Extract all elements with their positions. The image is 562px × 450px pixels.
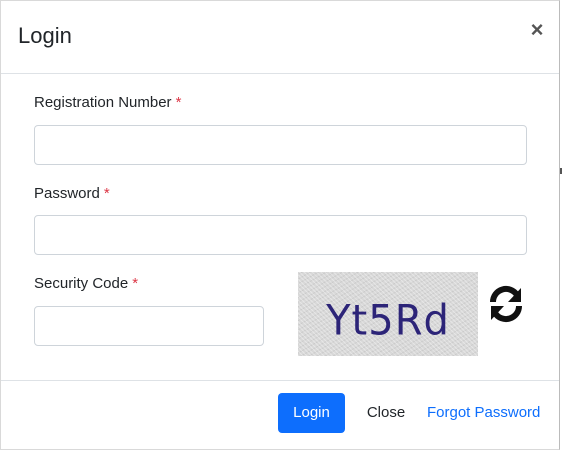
modal-title: Login (18, 23, 72, 48)
security-code-input[interactable] (34, 306, 264, 346)
password-label: Password * (34, 185, 110, 202)
modal-footer-divider (1, 380, 559, 381)
registration-number-input[interactable] (34, 125, 527, 165)
required-mark: * (132, 275, 139, 292)
password-input[interactable] (34, 215, 527, 255)
login-modal: Login × Registration Number * Password * S… (0, 0, 560, 450)
required-mark: * (175, 94, 182, 111)
close-button[interactable]: Close (361, 393, 411, 433)
captcha-image: Yt5Rd (298, 272, 478, 356)
security-code-label: Security Code * (34, 275, 139, 292)
login-button[interactable]: Login (278, 393, 345, 433)
forgot-password-link[interactable]: Forgot Password (427, 393, 540, 433)
registration-label: Registration Number * (34, 94, 182, 111)
captcha-text: Yt5Rd (326, 296, 450, 346)
close-icon[interactable]: × (527, 19, 547, 41)
required-mark: * (103, 185, 110, 202)
refresh-icon[interactable] (486, 283, 526, 325)
modal-header: Login × (1, 1, 559, 74)
